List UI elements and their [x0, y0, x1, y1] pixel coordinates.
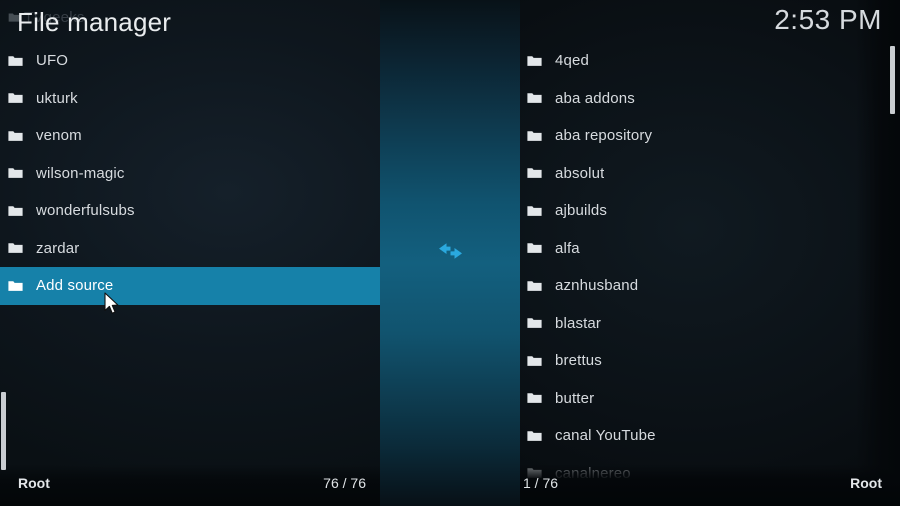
list-item[interactable]: ukturk	[0, 80, 380, 118]
list-item[interactable]: UFO	[0, 42, 380, 80]
folder-icon	[8, 93, 23, 104]
file-manager-screen: TVgeeks File manager 2:53 PM UFO ukturk ve…	[0, 0, 900, 506]
folder-icon	[8, 206, 23, 216]
page-title: File manager	[17, 7, 172, 37]
left-footer-count: 76 / 76	[323, 475, 366, 491]
list-item[interactable]: alfa	[520, 230, 900, 268]
folder-icon	[527, 206, 542, 216]
folder-icon	[8, 56, 23, 66]
list-item-label: aznhusband	[555, 277, 639, 295]
list-item[interactable]: blastar	[520, 305, 900, 343]
list-item-label: brettus	[555, 352, 602, 370]
list-item[interactable]: ajbuilds	[520, 192, 900, 230]
clock-label: 2:53 PM	[774, 4, 882, 35]
list-item-label: wilson-magic	[36, 164, 125, 182]
folder-icon	[527, 131, 542, 141]
left-footer-location: Root	[18, 475, 50, 491]
list-item-label: aba addons	[555, 89, 635, 107]
list-item[interactable]: venom	[0, 117, 380, 155]
list-item-label: canal YouTube	[555, 427, 656, 445]
folder-icon	[527, 356, 542, 366]
list-item-label: wonderfulsubs	[36, 202, 135, 220]
folder-icon	[527, 56, 542, 66]
list-item[interactable]: absolut	[520, 155, 900, 193]
list-item-label: butter	[555, 389, 595, 407]
list-item-label: ukturk	[36, 89, 78, 107]
folder-icon	[8, 168, 23, 179]
folder-icon	[527, 93, 542, 104]
list-item[interactable]: butter	[520, 380, 900, 418]
list-item-label: venom	[36, 127, 82, 145]
window-header: TVgeeks File manager 2:53 PM	[0, 0, 900, 44]
list-item[interactable]: canal YouTube	[520, 417, 900, 455]
list-item[interactable]: brettus	[520, 342, 900, 380]
right-footer-location: Root	[850, 475, 882, 491]
list-item[interactable]: aba addons	[520, 80, 900, 118]
right-footer-count: 1 / 76	[523, 475, 559, 491]
folder-icon	[8, 131, 23, 141]
list-item-label: absolut	[555, 164, 605, 182]
folder-icon	[527, 168, 542, 179]
left-scrollbar-thumb[interactable]	[1, 392, 6, 470]
list-item[interactable]: aba repository	[520, 117, 900, 155]
list-item-label: zardar	[36, 239, 80, 257]
folder-icon	[8, 243, 23, 254]
list-item[interactable]: 4qed	[520, 42, 900, 80]
list-item[interactable]: wonderfulsubs	[0, 192, 380, 230]
left-panel-footer: Root 76 / 76	[0, 464, 380, 506]
mouse-pointer-icon	[104, 292, 119, 314]
list-item-label: alfa	[555, 239, 580, 257]
list-item-label: UFO	[36, 52, 69, 70]
list-item-label: ajbuilds	[555, 202, 608, 220]
left-file-list[interactable]: UFO ukturk venom wilson-magic wonderfulsubs z…	[0, 42, 380, 305]
right-scrollbar-thumb[interactable]	[890, 46, 895, 114]
folder-icon	[527, 281, 542, 291]
folder-icon	[527, 243, 542, 254]
list-item[interactable]: aznhusband	[520, 267, 900, 305]
left-scrollbar[interactable]	[1, 44, 6, 476]
list-item-label: aba repository	[555, 127, 653, 145]
right-panel-footer: 1 / 76 Root	[520, 464, 900, 506]
folder-icon	[527, 318, 542, 329]
list-item-label: Add source	[36, 277, 114, 295]
list-item[interactable]: Add source	[0, 267, 380, 305]
list-item[interactable]: zardar	[0, 230, 380, 268]
list-item-label: blastar	[555, 314, 602, 332]
folder-icon	[527, 431, 542, 441]
folder-icon	[527, 393, 542, 404]
right-scrollbar[interactable]	[890, 44, 895, 476]
folder-icon	[8, 281, 23, 291]
list-item-label: 4qed	[555, 52, 589, 70]
swap-arrows-icon[interactable]	[434, 240, 467, 262]
right-file-list[interactable]: 4qed aba addons aba repository absolut ajbui…	[520, 42, 900, 506]
list-item[interactable]: wilson-magic	[0, 155, 380, 193]
